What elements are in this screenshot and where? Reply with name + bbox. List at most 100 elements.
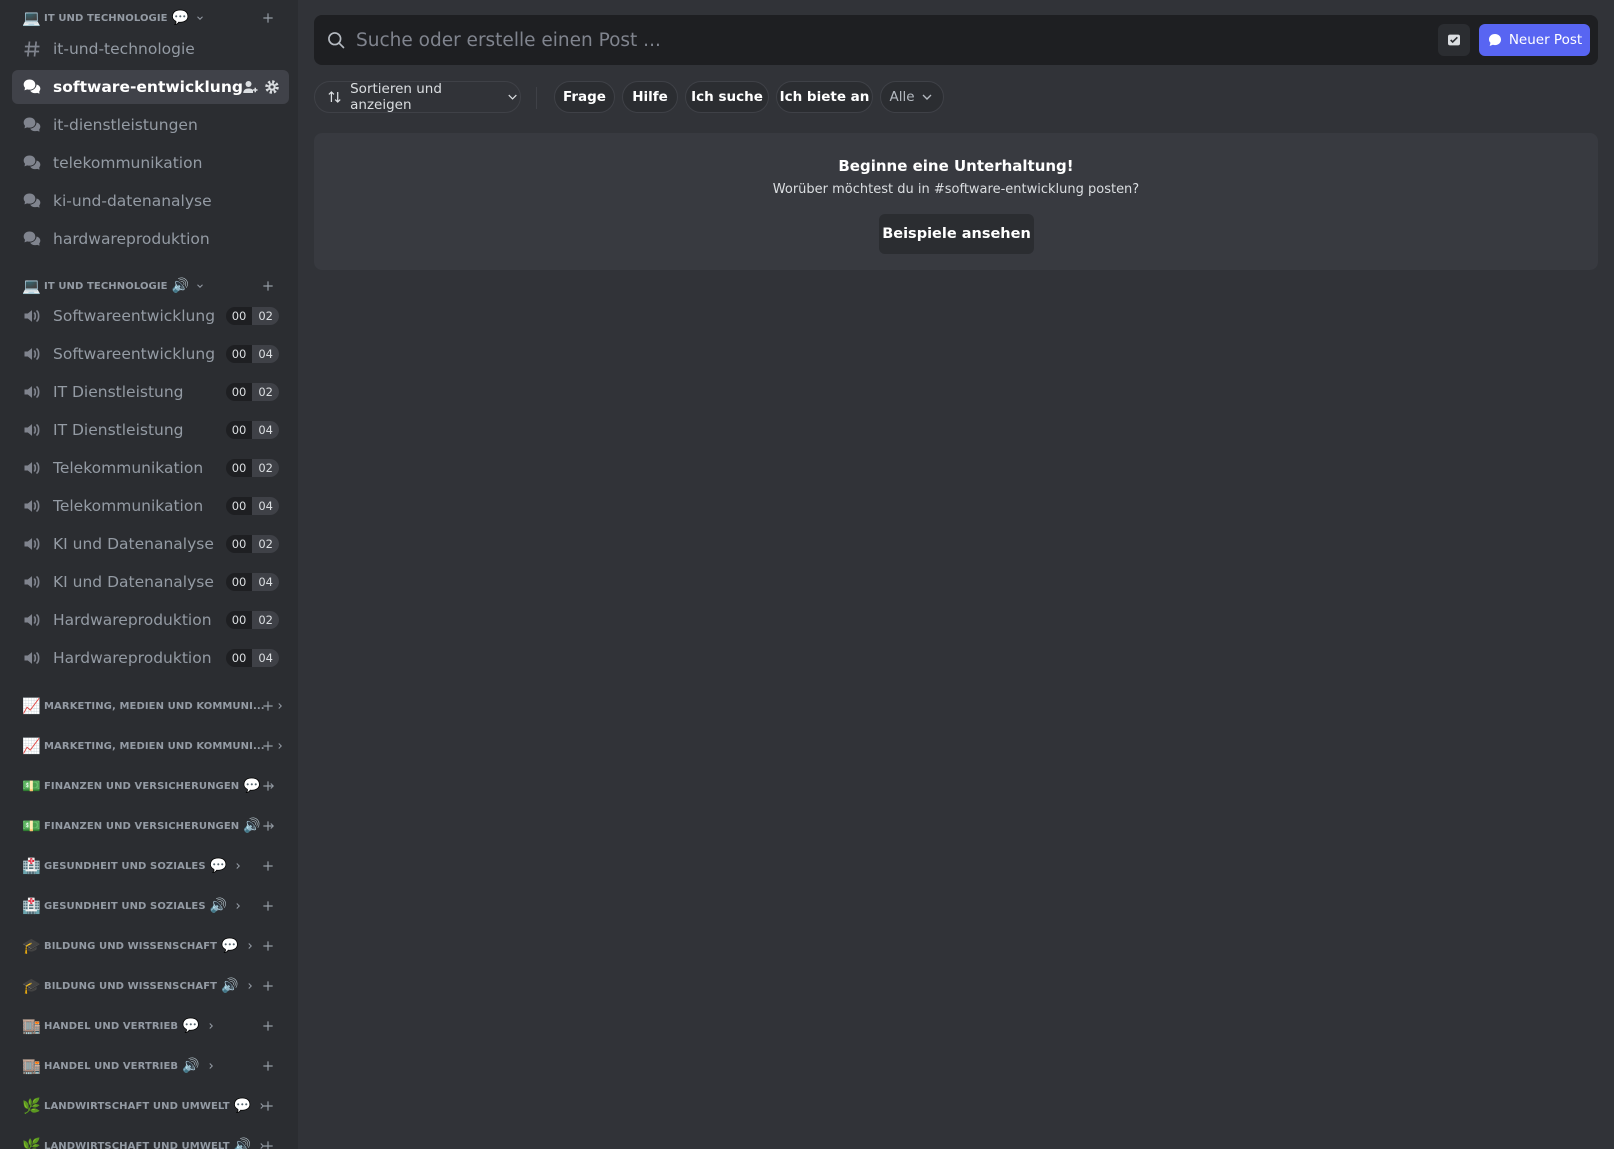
plus-icon[interactable] bbox=[260, 938, 276, 954]
voice-channel-item[interactable]: Softwareentwicklung 00 02 bbox=[12, 299, 289, 333]
category-emoji: 🌿 bbox=[22, 1136, 41, 1149]
voice-channel-name: Telekommunikation bbox=[53, 497, 204, 515]
voice-channel-item[interactable]: Hardwareproduktion 00 04 bbox=[12, 641, 289, 675]
category-header-it-text[interactable]: 💻 IT und Technologie 💬 bbox=[0, 6, 298, 30]
sort-label: Sortieren und anzeigen bbox=[350, 81, 442, 113]
plus-icon[interactable] bbox=[260, 978, 276, 994]
category-header-it-voice[interactable]: 💻 IT und Technologie 🔊 bbox=[0, 274, 298, 298]
plus-icon[interactable] bbox=[260, 10, 276, 26]
voice-channel-item[interactable]: KI und Datenanalyse 00 04 bbox=[12, 565, 289, 599]
category-emoji: 🎓 bbox=[22, 976, 41, 995]
channel-item[interactable]: it-und-technologie bbox=[12, 32, 289, 66]
channel-item[interactable]: hardwareproduktion bbox=[12, 222, 289, 256]
channel-name: telekommunikation bbox=[53, 154, 203, 172]
category-emoji: 🎓 bbox=[22, 936, 41, 955]
voice-channel-item[interactable]: Softwareentwicklung 00 04 bbox=[12, 337, 289, 371]
category-emoji: 🏥 bbox=[22, 896, 41, 915]
voice-channel-item[interactable]: KI und Datenanalyse 00 02 bbox=[12, 527, 289, 561]
category-header-collapsed[interactable]: 💵 Finanzen und Versicherungen 💬 bbox=[0, 774, 298, 798]
plus-icon[interactable] bbox=[260, 858, 276, 874]
hash-icon bbox=[24, 41, 40, 57]
new-post-button[interactable]: Neuer Post bbox=[1479, 24, 1590, 56]
search-placeholder: Suche oder erstelle einen Post ... bbox=[356, 29, 661, 51]
category-header-collapsed[interactable]: 🌿 Landwirtschaft und Umwelt 🔊 bbox=[0, 1134, 298, 1149]
voice-channel-name: IT Dienstleistung bbox=[53, 383, 184, 401]
channel-name: ki-und-datenanalyse bbox=[53, 192, 212, 210]
tag-ich-suche[interactable]: Ich suche bbox=[685, 81, 769, 113]
voice-channel-name: KI und Datenanalyse bbox=[53, 535, 214, 553]
category-header-collapsed[interactable]: 🏬 Handel und Vertrieb 💬 bbox=[0, 1014, 298, 1038]
voice-channel-name: Telekommunikation bbox=[53, 459, 204, 477]
forum-icon bbox=[23, 155, 41, 170]
chevron-right-icon bbox=[236, 863, 241, 869]
channel-item[interactable]: telekommunikation bbox=[12, 146, 289, 180]
category-name: Handel und Vertrieb bbox=[44, 1020, 179, 1032]
category-emoji: 📈 bbox=[22, 736, 41, 755]
category-emoji: 💵 bbox=[22, 816, 41, 835]
voice-channel-name: KI und Datenanalyse bbox=[53, 573, 214, 591]
plus-icon[interactable] bbox=[260, 738, 276, 754]
voice-channel-item[interactable]: Hardwareproduktion 00 02 bbox=[12, 603, 289, 637]
search-bar[interactable]: Suche oder erstelle einen Post ... Neuer… bbox=[314, 15, 1598, 65]
category-header-collapsed[interactable]: 🎓 Bildung und Wissenschaft 💬 bbox=[0, 934, 298, 958]
plus-icon[interactable] bbox=[260, 1018, 276, 1034]
plus-icon[interactable] bbox=[260, 818, 276, 834]
speaker-icon bbox=[24, 348, 40, 360]
user-count-badge: 00 04 bbox=[225, 421, 279, 439]
tag-hilfe[interactable]: Hilfe bbox=[622, 81, 678, 113]
category-name: Bildung und Wissenschaft bbox=[44, 940, 218, 952]
channel-item[interactable]: it-dienstleistungen bbox=[12, 108, 289, 142]
plus-icon[interactable] bbox=[260, 698, 276, 714]
user-count-badge: 00 02 bbox=[225, 307, 279, 325]
tag-frage[interactable]: Frage bbox=[554, 81, 615, 113]
checklist-icon bbox=[1448, 34, 1460, 46]
channel-item[interactable]: software-entwicklung bbox=[12, 70, 289, 104]
category-header-collapsed[interactable]: 🏥 Gesundheit und Soziales 🔊 bbox=[0, 894, 298, 918]
plus-icon[interactable] bbox=[260, 898, 276, 914]
forum-icon bbox=[23, 117, 41, 132]
plus-icon[interactable] bbox=[260, 1098, 276, 1114]
category-header-collapsed[interactable]: 🏬 Handel und Vertrieb 🔊 bbox=[0, 1054, 298, 1078]
voice-channel-item[interactable]: Telekommunikation 00 02 bbox=[12, 451, 289, 485]
category-header-collapsed[interactable]: 📈 Marketing, Medien und Kommuni... bbox=[0, 694, 298, 718]
speaker-icon bbox=[24, 462, 40, 474]
category-header-collapsed[interactable]: 📈 Marketing, Medien und Kommuni... bbox=[0, 734, 298, 758]
chevron-right-icon bbox=[236, 903, 241, 909]
plus-icon[interactable] bbox=[260, 778, 276, 794]
channel-name: it-dienstleistungen bbox=[53, 116, 198, 134]
sort-and-view-button[interactable]: Sortieren und anzeigen bbox=[314, 81, 521, 113]
category-name: Landwirtschaft und Umwelt bbox=[44, 1140, 230, 1149]
category-header-collapsed[interactable]: 🌿 Landwirtschaft und Umwelt 💬 bbox=[0, 1094, 298, 1118]
category-suffix-emoji: 🔊 bbox=[243, 818, 261, 834]
category-emoji: 🏬 bbox=[22, 1016, 41, 1035]
chevron-right-icon bbox=[278, 703, 282, 709]
category-name: IT und Technologie bbox=[44, 280, 168, 292]
voice-channel-item[interactable]: IT Dienstleistung 00 02 bbox=[12, 375, 289, 409]
category-emoji: 💻 bbox=[22, 8, 41, 27]
chevron-right-icon bbox=[208, 1023, 213, 1029]
user-count-badge: 00 04 bbox=[225, 573, 279, 591]
category-name: Finanzen und Versicherungen bbox=[44, 780, 240, 792]
channel-item[interactable]: ki-und-datenanalyse bbox=[12, 184, 289, 218]
all-label: Alle bbox=[889, 89, 915, 105]
chevron-down-icon bbox=[197, 284, 203, 288]
plus-icon[interactable] bbox=[260, 278, 276, 294]
plus-icon[interactable] bbox=[260, 1138, 276, 1149]
plus-icon[interactable] bbox=[260, 1058, 276, 1074]
view-examples-button[interactable]: Beispiele ansehen bbox=[879, 214, 1034, 254]
category-header-collapsed[interactable]: 💵 Finanzen und Versicherungen 🔊 bbox=[0, 814, 298, 838]
category-header-collapsed[interactable]: 🎓 Bildung und Wissenschaft 🔊 bbox=[0, 974, 298, 998]
chevron-down-icon bbox=[922, 94, 931, 100]
speaker-icon bbox=[24, 386, 40, 398]
category-header-collapsed[interactable]: 🏥 Gesundheit und Soziales 💬 bbox=[0, 854, 298, 878]
voice-channel-item[interactable]: IT Dienstleistung 00 04 bbox=[12, 413, 289, 447]
category-suffix-emoji: 🔊 bbox=[182, 1058, 200, 1074]
gear-icon[interactable] bbox=[263, 78, 281, 96]
category-name: Marketing, Medien und Kommuni... bbox=[44, 700, 265, 712]
post-guidelines-button[interactable] bbox=[1438, 24, 1470, 56]
voice-channel-item[interactable]: Telekommunikation 00 04 bbox=[12, 489, 289, 523]
tag-all-dropdown[interactable]: Alle bbox=[880, 81, 944, 113]
invite-user-icon[interactable] bbox=[241, 78, 259, 96]
tag-ich-biete-an[interactable]: Ich biete an bbox=[776, 81, 873, 113]
channel-name: it-und-technologie bbox=[53, 40, 195, 58]
